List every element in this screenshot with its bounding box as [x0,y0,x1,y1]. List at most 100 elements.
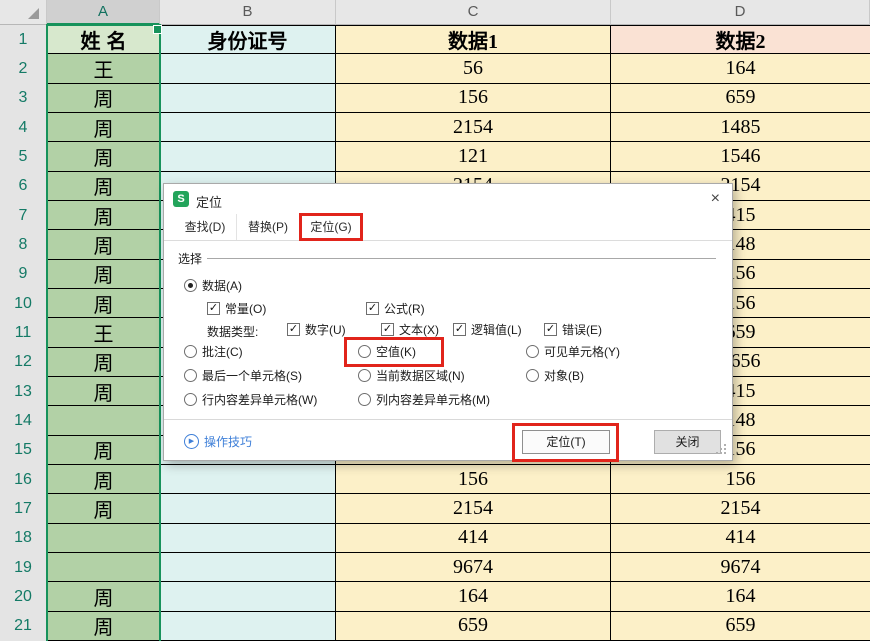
cell-C19[interactable]: 9674 [336,553,611,582]
cell-B18[interactable] [160,524,336,553]
cell-A10[interactable]: 周 [47,289,160,318]
cell-C16[interactable]: 156 [336,465,611,494]
cell-A21[interactable]: 周 [47,612,160,641]
radio-可见单元格(Y)[interactable]: 可见单元格(Y) [526,343,620,360]
radio-对象(B)[interactable]: 对象(B) [526,367,584,384]
checkbox-常量(O)[interactable]: ✓常量(O) [207,300,266,317]
checkbox-数字(U)[interactable]: ✓数字(U) [287,321,346,338]
row-header-10[interactable]: 10 [0,289,47,318]
row-header-7[interactable]: 7 [0,201,47,230]
radio-data[interactable]: 数据(A) [184,277,242,294]
checkbox-逻辑值(L)[interactable]: ✓逻辑值(L) [453,321,522,338]
tips-link[interactable]: ▶ 操作技巧 [184,433,252,450]
column-header-C[interactable]: C [336,0,611,25]
cell-C3[interactable]: 156 [336,84,611,113]
cell-A19[interactable] [47,553,160,582]
tab-查找(D)[interactable]: 查找(D) [174,214,237,240]
cell-A1[interactable]: 姓名 [47,25,160,54]
cell-C2[interactable]: 56 [336,54,611,83]
checkbox-错误(E)[interactable]: ✓错误(E) [544,321,602,338]
cell-A14[interactable] [47,406,160,435]
close-button[interactable]: 关闭 [654,430,721,454]
cell-C1[interactable]: 数据1 [336,25,611,54]
cell-D4[interactable]: 1485 [611,113,870,142]
row-header-8[interactable]: 8 [0,230,47,259]
cell-C18[interactable]: 414 [336,524,611,553]
cell-D19[interactable]: 9674 [611,553,870,582]
cell-A8[interactable]: 周 [47,230,160,259]
cell-A5[interactable]: 周 [47,142,160,171]
cell-A9[interactable]: 周 [47,260,160,289]
row-header-9[interactable]: 9 [0,260,47,289]
cell-A16[interactable]: 周 [47,465,160,494]
row-header-19[interactable]: 19 [0,553,47,582]
column-header-B[interactable]: B [160,0,336,25]
column-header-A[interactable]: A [47,0,160,25]
cell-B3[interactable] [160,84,336,113]
row-header-16[interactable]: 16 [0,465,47,494]
dialog-titlebar[interactable]: S 定位 × [164,184,732,214]
cell-D1[interactable]: 数据2 [611,25,870,54]
locate-button[interactable]: 定位(T) [522,430,610,454]
checkbox-文本(X)[interactable]: ✓文本(X) [381,321,439,338]
cell-D21[interactable]: 659 [611,612,870,641]
row-header-21[interactable]: 21 [0,612,47,641]
tab-定位(G)[interactable]: 定位(G) [300,214,363,240]
cell-A11[interactable]: 王 [47,318,160,347]
cell-B2[interactable] [160,54,336,83]
cell-B16[interactable] [160,465,336,494]
row-header-5[interactable]: 5 [0,142,47,171]
row-header-20[interactable]: 20 [0,582,47,611]
cell-A13[interactable]: 周 [47,377,160,406]
row-header-17[interactable]: 17 [0,494,47,523]
radio-行内容差异单元格(W)[interactable]: 行内容差异单元格(W) [184,391,317,408]
row-header-18[interactable]: 18 [0,524,47,553]
cell-A4[interactable]: 周 [47,113,160,142]
cell-B21[interactable] [160,612,336,641]
cell-B17[interactable] [160,494,336,523]
selection-fill-handle[interactable] [153,25,162,34]
cell-B5[interactable] [160,142,336,171]
tab-替换(P)[interactable]: 替换(P) [237,214,300,240]
cell-A6[interactable]: 周 [47,172,160,201]
row-header-2[interactable]: 2 [0,54,47,83]
cell-A3[interactable]: 周 [47,84,160,113]
radio-最后一个单元格(S)[interactable]: 最后一个单元格(S) [184,367,302,384]
cell-C17[interactable]: 2154 [336,494,611,523]
checkbox-公式(R)[interactable]: ✓公式(R) [366,300,425,317]
cell-D17[interactable]: 2154 [611,494,870,523]
cell-C4[interactable]: 2154 [336,113,611,142]
dialog-resize-grip[interactable] [724,452,726,454]
cell-A17[interactable]: 周 [47,494,160,523]
cell-A15[interactable]: 周 [47,436,160,465]
close-icon[interactable]: × [711,190,720,208]
cell-B19[interactable] [160,553,336,582]
cell-D5[interactable]: 1546 [611,142,870,171]
row-header-12[interactable]: 12 [0,348,47,377]
cell-A12[interactable]: 周 [47,348,160,377]
column-header-D[interactable]: D [611,0,870,25]
cell-D18[interactable]: 414 [611,524,870,553]
row-header-3[interactable]: 3 [0,84,47,113]
cell-B20[interactable] [160,582,336,611]
cell-D20[interactable]: 164 [611,582,870,611]
cell-C5[interactable]: 121 [336,142,611,171]
radio-当前数据区域(N)[interactable]: 当前数据区域(N) [358,367,465,384]
select-all-corner[interactable] [0,0,47,25]
radio-批注(C)[interactable]: 批注(C) [184,343,243,360]
cell-D16[interactable]: 156 [611,465,870,494]
row-header-13[interactable]: 13 [0,377,47,406]
cell-C20[interactable]: 164 [336,582,611,611]
cell-A20[interactable]: 周 [47,582,160,611]
cell-B4[interactable] [160,113,336,142]
row-header-15[interactable]: 15 [0,436,47,465]
cell-D2[interactable]: 164 [611,54,870,83]
row-header-11[interactable]: 11 [0,318,47,347]
row-header-6[interactable]: 6 [0,172,47,201]
cell-A2[interactable]: 王 [47,54,160,83]
cell-A7[interactable]: 周 [47,201,160,230]
cell-C21[interactable]: 659 [336,612,611,641]
row-header-4[interactable]: 4 [0,113,47,142]
cell-D3[interactable]: 659 [611,84,870,113]
row-header-14[interactable]: 14 [0,406,47,435]
